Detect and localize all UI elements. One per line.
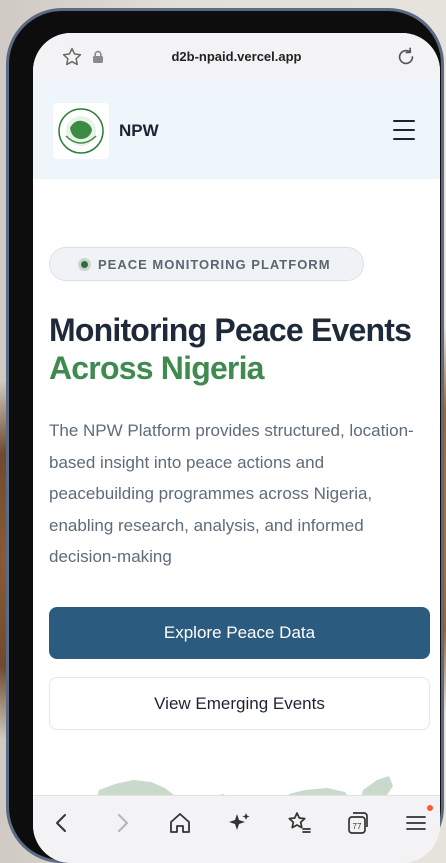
brand-name[interactable]: NPW xyxy=(119,121,159,141)
headline-accent: Across Nigeria xyxy=(49,350,264,386)
headline-main: Monitoring Peace Events xyxy=(49,312,412,348)
hero-description: The NPW Platform provides structured, lo… xyxy=(49,421,414,567)
tabs-icon[interactable]: 77 xyxy=(345,810,371,836)
sparkle-icon[interactable] xyxy=(226,810,252,836)
url-text[interactable]: d2b-npaid.vercel.app xyxy=(33,49,440,64)
hamburger-menu-icon[interactable] xyxy=(393,120,415,140)
hero-headline: Monitoring Peace Events Across Nigeria xyxy=(49,311,429,387)
home-icon[interactable] xyxy=(167,810,193,836)
npw-logo[interactable] xyxy=(53,103,109,159)
badge-label: PEACE MONITORING PLATFORM xyxy=(98,257,331,272)
bookmarks-icon[interactable] xyxy=(286,810,312,836)
browser-url-bar[interactable]: d2b-npaid.vercel.app xyxy=(33,33,440,81)
explore-peace-data-button[interactable]: Explore Peace Data xyxy=(49,607,430,659)
menu-icon[interactable] xyxy=(403,810,429,836)
phone-screen: d2b-npaid.vercel.app NPW PEACE MONITORIN… xyxy=(33,33,440,863)
logo-emblem-icon xyxy=(58,108,104,154)
forward-icon[interactable] xyxy=(109,810,135,836)
browser-toolbar: 77 xyxy=(33,795,440,863)
notification-dot xyxy=(427,805,433,811)
view-emerging-events-button[interactable]: View Emerging Events xyxy=(49,677,430,730)
phone-frame: d2b-npaid.vercel.app NPW PEACE MONITORIN… xyxy=(6,8,444,863)
tab-count: 77 xyxy=(353,822,362,831)
platform-badge: PEACE MONITORING PLATFORM xyxy=(49,247,364,281)
back-icon[interactable] xyxy=(49,810,75,836)
reload-icon[interactable] xyxy=(395,46,417,68)
site-header: NPW xyxy=(33,81,440,179)
